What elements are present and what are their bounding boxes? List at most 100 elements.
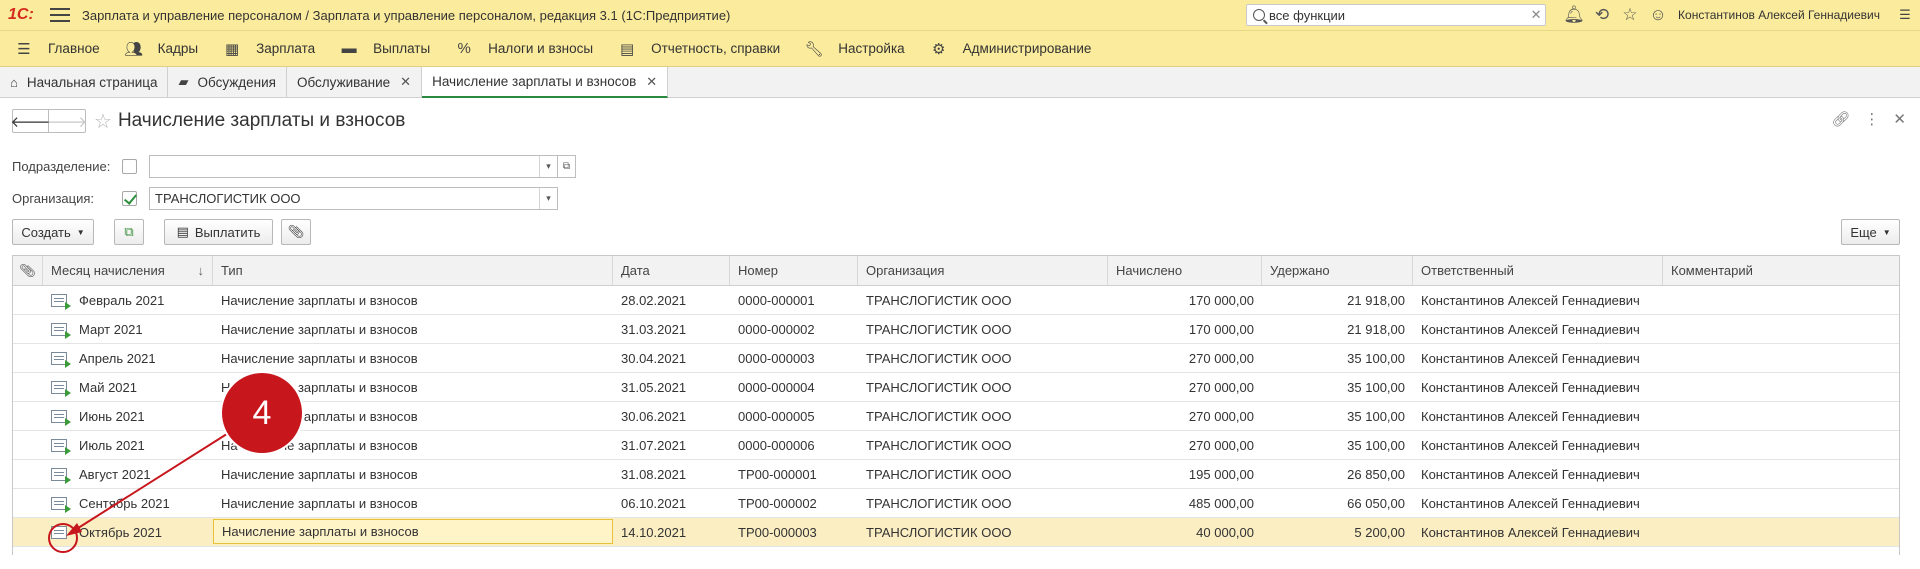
create-button[interactable]: Создать ▼ [12,219,94,245]
table-cell[interactable]: 0000-000002 [730,315,858,343]
department-field[interactable]: ▾ [149,154,558,178]
department-checkbox[interactable] [122,158,137,174]
column-header[interactable]: Организация [858,256,1108,285]
back-button[interactable]: 🡐 [10,109,51,133]
table-cell[interactable]: Константинов Алексей Геннадиевич [1413,489,1663,517]
table-cell[interactable]: 31.05.2021 [613,373,730,401]
table-cell[interactable] [1663,431,1899,459]
section-salary[interactable]: ▦ Зарплата [208,30,325,67]
table-cell[interactable]: 35 100,00 [1262,373,1413,401]
tab-payroll[interactable]: Начисление зарплаты и взносов ✕ [422,67,669,98]
section-payments[interactable]: ▬ Выплаты [325,30,440,67]
table-cell[interactable]: 0000-000004 [730,373,858,401]
table-cell[interactable]: 14.10.2021 [613,518,730,546]
table-cell[interactable]: 06.10.2021 [613,489,730,517]
table-row[interactable]: Апрель 2021 Начисление зарплаты и взносов… [13,344,1899,373]
table-cell[interactable]: Апрель 2021 [43,344,213,372]
table-cell[interactable] [1663,489,1899,517]
table-cell[interactable]: 0000-000003 [730,344,858,372]
user-icon[interactable]: ☺ [1644,1,1672,29]
table-cell[interactable]: 66 050,00 [1262,489,1413,517]
table-cell[interactable] [1663,518,1899,546]
attachments-column-icon[interactable]: 📎︎ [13,256,43,285]
column-header[interactable]: Дата [613,256,730,285]
table-cell[interactable]: ТРАНСЛОГИСТИК ООО [858,460,1108,488]
table-row[interactable]: Сентябрь 2021 Начисление зарплаты и взнос… [13,489,1899,518]
table-cell[interactable]: Начисление зарплаты и взносов [213,519,613,544]
table-cell[interactable]: Февраль 2021 [43,286,213,314]
table-cell[interactable]: ТРАНСЛОГИСТИК ООО [858,431,1108,459]
table-cell[interactable] [1663,286,1899,314]
table-cell[interactable]: 485 000,00 [1108,489,1262,517]
table-cell[interactable]: 270 000,00 [1108,431,1262,459]
table-cell[interactable]: ТРАНСЛОГИСТИК ООО [858,315,1108,343]
table-cell[interactable]: ТР00-000002 [730,489,858,517]
history-icon[interactable]: ⟲ [1588,1,1616,29]
favorites-star-icon[interactable]: ☆ [1616,1,1644,29]
table-cell[interactable]: ТРАНСЛОГИСТИК ООО [858,489,1108,517]
dropdown-icon[interactable]: ▾ [539,187,557,209]
attach-button[interactable]: 📎︎ [281,219,311,245]
column-header[interactable]: Комментарий [1663,256,1899,285]
table-cell[interactable]: 0000-000005 [730,402,858,430]
table-cell[interactable]: Начисление зарплаты и взносов [213,286,613,314]
table-row[interactable]: Март 2021 Начисление зарплаты и взносов 31… [13,315,1899,344]
table-cell[interactable]: Начисление зарплаты и взносов [213,489,613,517]
link-icon[interactable]: 🔗︎ [1831,110,1850,128]
table-cell[interactable]: Начисление зарплаты и взносов [213,315,613,343]
table-cell[interactable]: Сентябрь 2021 [43,489,213,517]
table-cell[interactable]: Начисление зарплаты и взносов [213,460,613,488]
column-header[interactable]: Ответственный [1413,256,1663,285]
table-cell[interactable]: 270 000,00 [1108,373,1262,401]
tab-discussions[interactable]: ▰ Обсуждения [168,67,287,97]
table-cell[interactable]: 30.06.2021 [613,402,730,430]
table-cell[interactable]: ТРАНСЛОГИСТИК ООО [858,286,1108,314]
column-header[interactable]: Начислено [1108,256,1262,285]
table-cell[interactable]: Константинов Алексей Геннадиевич [1413,460,1663,488]
close-icon[interactable]: ✕ [1893,110,1906,128]
pay-button[interactable]: ▤ Выплатить [164,219,273,245]
close-tab-icon[interactable]: ✕ [646,74,657,90]
open-icon[interactable]: ⧉ [558,154,576,178]
table-cell[interactable]: Март 2021 [43,315,213,343]
table-cell[interactable]: 30.04.2021 [613,344,730,372]
table-cell[interactable]: Константинов Алексей Геннадиевич [1413,286,1663,314]
main-menu-icon[interactable] [50,8,70,22]
table-cell[interactable]: ТР00-000003 [730,518,858,546]
section-settings[interactable]: 🔧︎ Настройка [790,30,914,67]
table-cell[interactable]: 195 000,00 [1108,460,1262,488]
table-cell[interactable]: 0000-000006 [730,431,858,459]
table-cell[interactable]: Константинов Алексей Геннадиевич [1413,518,1663,546]
table-cell[interactable]: 31.08.2021 [613,460,730,488]
column-header[interactable]: Номер [730,256,858,285]
close-tab-icon[interactable]: ✕ [400,74,411,90]
tab-home[interactable]: ⌂ Начальная страница [0,67,169,97]
table-cell[interactable] [1663,460,1899,488]
section-reports[interactable]: ▤ Отчетность, справки [603,30,790,67]
dropdown-icon[interactable]: ▾ [539,155,557,177]
table-cell[interactable]: 5 200,00 [1262,518,1413,546]
table-cell[interactable]: 270 000,00 [1108,344,1262,372]
table-cell[interactable]: 0000-000001 [730,286,858,314]
copy-button[interactable]: ⧉ [114,219,144,245]
table-cell[interactable]: Май 2021 [43,373,213,401]
table-cell[interactable] [1663,315,1899,343]
organization-checkbox[interactable] [122,190,137,206]
table-cell[interactable]: 21 918,00 [1262,286,1413,314]
user-name[interactable]: Константинов Алексей Геннадиевич [1678,8,1880,22]
tab-maintenance[interactable]: Обслуживание ✕ [287,67,423,97]
table-row[interactable]: Октябрь 2021 Начисление зарплаты и взносо… [13,518,1899,547]
table-cell[interactable]: ТРАНСЛОГИСТИК ООО [858,344,1108,372]
table-cell[interactable]: 170 000,00 [1108,286,1262,314]
section-main[interactable]: ☰ Главное [0,30,110,67]
table-cell[interactable]: ТРАНСЛОГИСТИК ООО [858,373,1108,401]
table-cell[interactable]: Июнь 2021 [43,402,213,430]
table-cell[interactable]: 35 100,00 [1262,402,1413,430]
table-cell[interactable]: 40 000,00 [1108,518,1262,546]
clear-search-icon[interactable]: ✕ [1527,7,1545,23]
table-cell[interactable]: 26 850,00 [1262,460,1413,488]
table-cell[interactable]: 170 000,00 [1108,315,1262,343]
column-header[interactable]: Месяц начисления ↓ [43,256,213,285]
window-menu-icon[interactable]: ☰ [1890,1,1920,29]
table-cell[interactable]: Константинов Алексей Геннадиевич [1413,344,1663,372]
